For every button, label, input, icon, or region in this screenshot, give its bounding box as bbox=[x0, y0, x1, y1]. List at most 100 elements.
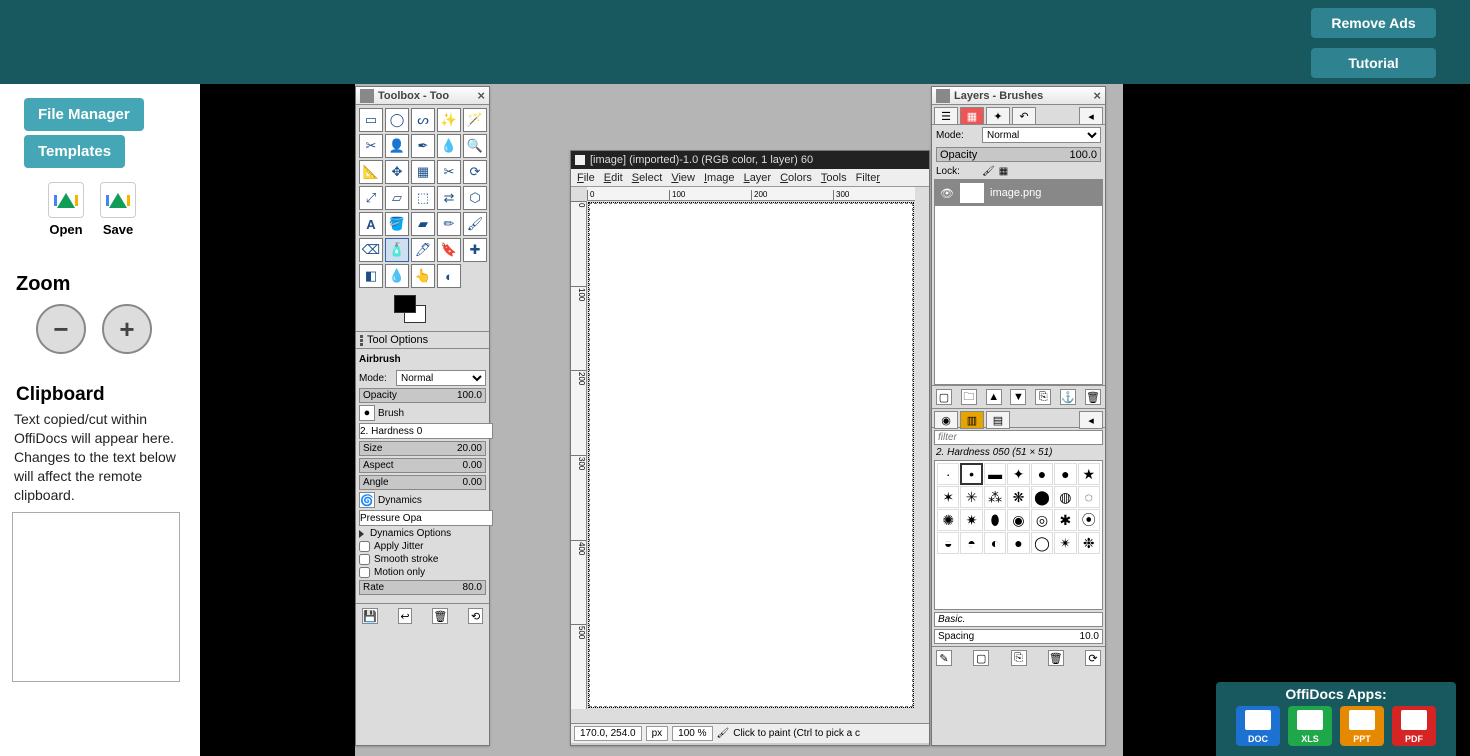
save-preset-icon[interactable]: 💾 bbox=[362, 608, 378, 624]
tool-airbrush[interactable]: 🧴 bbox=[385, 238, 409, 262]
app-xls[interactable]: XLS bbox=[1288, 706, 1332, 746]
menu-layer[interactable]: Layer bbox=[744, 172, 772, 184]
menu-view[interactable]: View bbox=[671, 172, 695, 184]
brush-swatch[interactable]: ❋ bbox=[1007, 486, 1029, 508]
brush-swatch[interactable]: ◐ bbox=[984, 532, 1006, 554]
close-icon[interactable]: × bbox=[1093, 88, 1101, 103]
angle-slider[interactable]: Angle 0.00 bbox=[359, 475, 486, 490]
brush-swatch[interactable]: · bbox=[937, 463, 959, 485]
layer-row[interactable]: 👁 image.png bbox=[935, 180, 1102, 206]
brush-swatch[interactable]: ◎ bbox=[1031, 509, 1053, 531]
tool-paths[interactable]: ✒ bbox=[411, 134, 435, 158]
delete-brush-icon[interactable]: 🗑 bbox=[1048, 650, 1064, 666]
brush-swatch[interactable]: ✶ bbox=[937, 486, 959, 508]
brush-name-field[interactable] bbox=[359, 423, 493, 439]
toolbox-titlebar[interactable]: Toolbox - Too × bbox=[356, 87, 489, 105]
aspect-slider[interactable]: Aspect 0.00 bbox=[359, 458, 486, 473]
tool-blend[interactable]: ▰ bbox=[411, 212, 435, 236]
brush-swatch[interactable]: ✳ bbox=[960, 486, 982, 508]
visibility-icon[interactable]: 👁 bbox=[940, 187, 954, 200]
tab-layers[interactable]: ☰ bbox=[934, 107, 958, 125]
brush-swatch[interactable]: ● bbox=[1054, 463, 1076, 485]
menu-edit[interactable]: Edit bbox=[604, 172, 623, 184]
spacing-slider[interactable]: Spacing 10.0 bbox=[934, 629, 1103, 644]
tutorial-button[interactable]: Tutorial bbox=[1311, 48, 1436, 78]
delete-preset-icon[interactable]: 🗑 bbox=[432, 608, 448, 624]
tool-foreground[interactable]: 👤 bbox=[385, 134, 409, 158]
new-brush-icon[interactable]: ▢ bbox=[973, 650, 989, 666]
dock-handle-icon[interactable] bbox=[360, 335, 363, 346]
tool-perspective[interactable]: ⬚ bbox=[411, 186, 435, 210]
lower-layer-icon[interactable]: ▼ bbox=[1010, 389, 1026, 405]
status-zoom-select[interactable]: 100 % bbox=[672, 726, 712, 741]
menu-image[interactable]: Image bbox=[704, 172, 735, 184]
tool-heal[interactable]: ✚ bbox=[463, 238, 487, 262]
save-button[interactable]: Save bbox=[100, 182, 136, 237]
refresh-brush-icon[interactable]: ⟳ bbox=[1085, 650, 1101, 666]
tool-scissors[interactable]: ✂ bbox=[359, 134, 383, 158]
menu-file[interactable]: File bbox=[577, 172, 595, 184]
brush-swatch[interactable]: ◯ bbox=[1031, 532, 1053, 554]
status-unit-select[interactable]: px bbox=[646, 726, 669, 741]
brush-swatch[interactable]: ✱ bbox=[1054, 509, 1076, 531]
tool-bucket[interactable]: 🪣 bbox=[385, 212, 409, 236]
tool-color-picker[interactable]: 💧 bbox=[437, 134, 461, 158]
canvas[interactable] bbox=[589, 203, 913, 707]
motion-only-checkbox[interactable] bbox=[359, 567, 370, 578]
new-group-icon[interactable]: 🗀 bbox=[961, 389, 977, 405]
layer-opacity-slider[interactable]: Opacity 100.0 bbox=[936, 147, 1101, 162]
anchor-layer-icon[interactable]: ⚓ bbox=[1060, 389, 1076, 405]
brush-swatch[interactable]: ◌ bbox=[1078, 486, 1100, 508]
ruler-horizontal[interactable]: 0 100 200 300 bbox=[587, 187, 915, 201]
menu-select[interactable]: Select bbox=[632, 172, 663, 184]
color-swatches[interactable] bbox=[394, 295, 489, 331]
preset-select[interactable] bbox=[934, 612, 1103, 627]
brush-swatch[interactable]: ⬮ bbox=[984, 509, 1006, 531]
dynamics-field[interactable] bbox=[359, 510, 493, 526]
brush-swatch[interactable]: ✷ bbox=[960, 509, 982, 531]
brush-swatch[interactable]: ★ bbox=[1078, 463, 1100, 485]
file-manager-button[interactable]: File Manager bbox=[24, 98, 144, 131]
brush-filter-input[interactable] bbox=[934, 430, 1103, 445]
duplicate-brush-icon[interactable]: ⎘ bbox=[1011, 650, 1027, 666]
delete-layer-icon[interactable]: 🗑 bbox=[1085, 389, 1101, 405]
templates-button[interactable]: Templates bbox=[24, 135, 125, 168]
tool-flip[interactable]: ⇄ bbox=[437, 186, 461, 210]
brush-swatch[interactable]: ◓ bbox=[960, 532, 982, 554]
brush-swatch[interactable]: ◒ bbox=[937, 532, 959, 554]
tab-brushes[interactable]: ◉ bbox=[934, 411, 958, 429]
duplicate-layer-icon[interactable]: ⎘ bbox=[1035, 389, 1051, 405]
brush-swatch[interactable]: ◍ bbox=[1054, 486, 1076, 508]
layer-mode-select[interactable]: Normal bbox=[982, 127, 1101, 143]
reset-preset-icon[interactable]: ⟲ bbox=[468, 608, 483, 624]
brush-swatch[interactable]: ⦿ bbox=[1078, 509, 1100, 531]
tool-smudge[interactable]: 👆 bbox=[411, 264, 435, 288]
tool-move[interactable]: ✥ bbox=[385, 160, 409, 184]
tool-fuzzy-select[interactable]: ✨ bbox=[437, 108, 461, 132]
menu-filters[interactable]: Filter bbox=[856, 172, 880, 184]
brush-swatch[interactable]: ⁂ bbox=[984, 486, 1006, 508]
brush-swatch[interactable]: ✺ bbox=[937, 509, 959, 531]
tool-zoom[interactable]: 🔍 bbox=[463, 134, 487, 158]
dynamics-options-label[interactable]: Dynamics Options bbox=[370, 528, 451, 539]
zoom-out-button[interactable]: − bbox=[36, 304, 86, 354]
brush-swatch[interactable]: ❉ bbox=[1078, 532, 1100, 554]
menu-tools[interactable]: Tools bbox=[821, 172, 847, 184]
ruler-vertical[interactable]: 0 100 200 300 400 500 bbox=[571, 201, 587, 709]
tool-dodge[interactable]: ◐ bbox=[437, 264, 461, 288]
brush-swatch[interactable]: ✴ bbox=[1054, 532, 1076, 554]
image-titlebar[interactable]: [image] (imported)-1.0 (RGB color, 1 lay… bbox=[571, 151, 929, 169]
tool-paintbrush[interactable]: 🖌 bbox=[463, 212, 487, 236]
brush-swatch[interactable]: ● bbox=[1031, 463, 1053, 485]
clipboard-textarea[interactable] bbox=[12, 512, 180, 682]
tab-channels[interactable]: ▦ bbox=[960, 107, 984, 125]
tool-ellipse-select[interactable]: ◯ bbox=[385, 108, 409, 132]
raise-layer-icon[interactable]: ▲ bbox=[986, 389, 1002, 405]
tool-pencil[interactable]: ✏ bbox=[437, 212, 461, 236]
tool-crop[interactable]: ✂ bbox=[437, 160, 461, 184]
brush-swatch[interactable]: ● bbox=[1007, 532, 1029, 554]
remove-ads-button[interactable]: Remove Ads bbox=[1311, 8, 1436, 38]
tool-rect-select[interactable]: ▭ bbox=[359, 108, 383, 132]
menu-colors[interactable]: Colors bbox=[780, 172, 812, 184]
tab-gradients[interactable]: ▤ bbox=[986, 411, 1010, 429]
